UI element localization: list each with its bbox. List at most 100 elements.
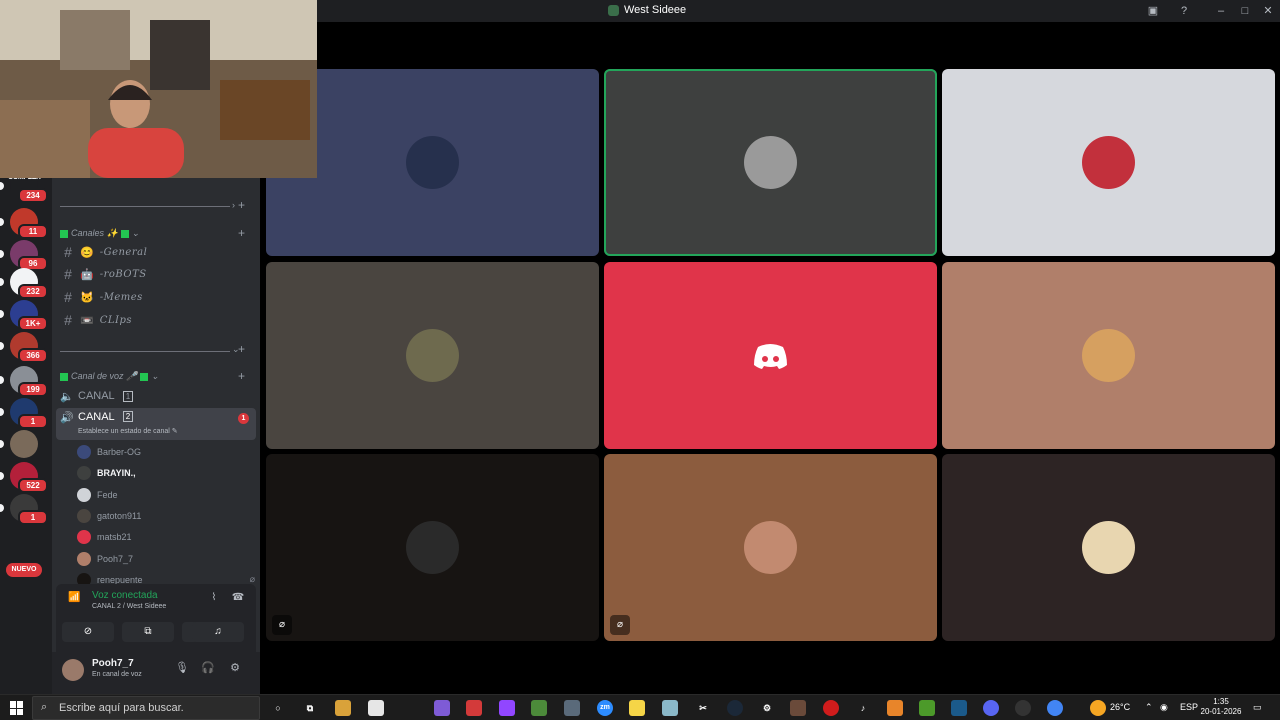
mention-badge: 522 bbox=[18, 478, 48, 493]
text-channel[interactable]: # 🤖 -roBOTS bbox=[58, 264, 254, 284]
minimize-button[interactable]: – bbox=[1213, 3, 1229, 19]
unread-pill bbox=[0, 278, 4, 286]
app-orange-icon[interactable] bbox=[887, 700, 903, 716]
tile-webcam-user[interactable]: ⌀ bbox=[604, 454, 937, 641]
voice-member[interactable]: Barber-OG bbox=[77, 442, 255, 462]
channel-emoji: 🤖 bbox=[80, 268, 94, 281]
soundboard-button[interactable]: ♫ bbox=[192, 622, 244, 642]
mention-badge: 1 bbox=[238, 413, 249, 424]
capcut-icon[interactable]: ✂ bbox=[695, 700, 711, 716]
clock[interactable]: 1:35 20-01-2026 bbox=[1198, 697, 1244, 717]
screen-share-button[interactable]: ⧉ bbox=[122, 622, 174, 642]
voice-member[interactable]: BRAYIN., bbox=[77, 463, 255, 483]
tile-pooh7-7[interactable] bbox=[942, 262, 1275, 449]
discord-logo-icon bbox=[744, 329, 797, 382]
settings-icon[interactable]: ⚙ bbox=[759, 700, 775, 716]
avatar bbox=[744, 521, 797, 574]
username[interactable]: Pooh7_7 bbox=[92, 658, 134, 669]
voice-member[interactable]: gatoton911 bbox=[77, 506, 255, 526]
tray-chevron-icon[interactable]: ⌃ bbox=[1145, 702, 1153, 713]
avatar bbox=[1082, 136, 1135, 189]
taskbar-search[interactable]: ⌕ Escribe aquí para buscar. bbox=[32, 696, 260, 720]
maximize-button[interactable]: □ bbox=[1237, 3, 1253, 19]
tile-gatoton911[interactable] bbox=[266, 262, 599, 449]
headphones-icon[interactable]: 🎧 bbox=[200, 660, 216, 676]
app-green-icon[interactable] bbox=[531, 700, 547, 716]
minecraft-icon[interactable] bbox=[919, 700, 935, 716]
member-name: Pooh7_7 bbox=[97, 553, 134, 564]
help-icon[interactable]: ? bbox=[1176, 3, 1192, 19]
add-icon[interactable]: + bbox=[238, 198, 245, 212]
tile-fede[interactable] bbox=[942, 69, 1275, 256]
notepad-icon[interactable] bbox=[368, 700, 384, 716]
windows-taskbar: ⌕ Escribe aquí para buscar. ○ ⧉ zm ✂ ⚙ ♪… bbox=[0, 694, 1280, 720]
add-icon[interactable]: + bbox=[238, 342, 245, 356]
app-blue-icon[interactable] bbox=[662, 700, 678, 716]
cortana-icon[interactable]: ○ bbox=[270, 700, 286, 716]
copilot-icon[interactable] bbox=[434, 700, 450, 716]
app-red-icon[interactable] bbox=[466, 700, 482, 716]
category-canales-label: Canales ✨ bbox=[71, 228, 118, 238]
network-icon[interactable]: ◉ bbox=[1160, 702, 1168, 713]
microphone-icon[interactable]: 🎙 bbox=[174, 660, 190, 676]
tile-matsb21[interactable] bbox=[604, 262, 937, 449]
channel-status-prompt[interactable]: Establece un estado de canal ✎ bbox=[78, 427, 178, 435]
avatar bbox=[1082, 329, 1135, 382]
signal-icon[interactable]: 📶 bbox=[68, 592, 80, 603]
steam-icon[interactable] bbox=[951, 700, 967, 716]
add-voice-channel-icon[interactable]: + bbox=[238, 369, 245, 383]
windows-start-icon[interactable] bbox=[10, 701, 24, 715]
chrome-icon[interactable] bbox=[1047, 700, 1063, 716]
tiktok-icon[interactable]: ♪ bbox=[855, 700, 871, 716]
sticky-notes-icon[interactable] bbox=[629, 700, 645, 716]
server-9-icon[interactable] bbox=[10, 430, 38, 458]
voice-member[interactable]: Pooh7_7 bbox=[77, 549, 255, 569]
temperature[interactable]: 26°C bbox=[1110, 702, 1130, 712]
file-explorer-icon[interactable] bbox=[335, 700, 351, 716]
add-channel-icon[interactable]: + bbox=[238, 226, 245, 240]
tile-brayin[interactable] bbox=[604, 69, 937, 256]
avatar bbox=[406, 136, 459, 189]
voice-member[interactable]: Fede bbox=[77, 485, 255, 505]
discord-icon[interactable] bbox=[983, 700, 999, 716]
task-view-icon[interactable]: ⧉ bbox=[302, 700, 318, 716]
server-logo-icon bbox=[608, 4, 619, 16]
app-brown-icon[interactable] bbox=[790, 700, 806, 716]
zoom-icon[interactable]: zm bbox=[597, 700, 613, 716]
mention-badge: 11 bbox=[18, 224, 48, 239]
weather-icon[interactable] bbox=[1090, 700, 1106, 716]
avatar[interactable] bbox=[62, 659, 84, 681]
obs-icon[interactable] bbox=[1015, 700, 1031, 716]
calculator-icon[interactable] bbox=[564, 700, 580, 716]
notifications-icon[interactable]: ▭ bbox=[1253, 702, 1262, 713]
language[interactable]: ESP bbox=[1180, 702, 1198, 712]
camera-off-button[interactable]: ⊘ bbox=[62, 622, 114, 642]
new-badge[interactable]: NUEVO bbox=[6, 563, 42, 577]
close-button[interactable]: ✕ bbox=[1260, 3, 1276, 19]
avatar bbox=[77, 466, 91, 481]
taskbar-search-placeholder: Escribe aquí para buscar. bbox=[59, 702, 184, 714]
voice-channel-2[interactable]: 🔊 CANAL 2 Establece un estado de canal ✎… bbox=[56, 408, 256, 440]
clock-date: 20-01-2026 bbox=[1200, 707, 1242, 716]
voice-channel-1[interactable]: 🔈 CANAL 1 bbox=[56, 386, 256, 406]
text-channel[interactable]: # 📼 CLIps bbox=[58, 310, 254, 330]
voice-location[interactable]: CANAL 2 / West Sideee bbox=[92, 603, 166, 610]
app-dark-icon[interactable] bbox=[727, 700, 743, 716]
voice-member[interactable]: matsb21 bbox=[77, 527, 255, 547]
voice-status[interactable]: Voz conectada bbox=[92, 590, 158, 601]
twitch-icon[interactable] bbox=[499, 700, 515, 716]
category-canales[interactable]: Canales ✨ ⌄ bbox=[60, 228, 139, 239]
disconnect-icon[interactable]: ☎ bbox=[230, 590, 246, 606]
tile-anime[interactable] bbox=[942, 454, 1275, 641]
green-square-icon bbox=[120, 229, 129, 238]
unread-pill bbox=[0, 342, 4, 350]
opera-icon[interactable] bbox=[823, 700, 839, 716]
text-channel[interactable]: # 🐱 -Memes bbox=[58, 287, 254, 307]
tile-renepuente[interactable]: ⌀ bbox=[266, 454, 599, 641]
inbox-icon[interactable]: ▣ bbox=[1145, 3, 1161, 19]
avatar bbox=[77, 530, 91, 545]
category-canal-de-voz[interactable]: Canal de voz 🎤 ⌄ bbox=[60, 371, 159, 382]
text-channel[interactable]: # 😊 -General bbox=[58, 242, 254, 262]
noise-suppression-icon[interactable]: ⌇ bbox=[206, 590, 222, 606]
settings-gear-icon[interactable]: ⚙ bbox=[227, 660, 243, 676]
